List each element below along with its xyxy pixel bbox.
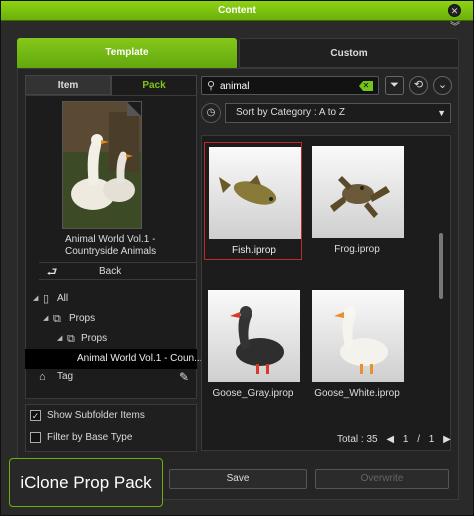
overwrite-button[interactable]: Overwrite xyxy=(315,469,449,489)
next-page-icon[interactable]: ▶ xyxy=(443,434,451,445)
back-label: Back xyxy=(99,266,122,277)
item-name: Frog.iprop xyxy=(334,244,380,255)
filter-base-checkbox[interactable] xyxy=(30,431,41,443)
show-subfolder-option[interactable]: ✓ Show Subfolder Items xyxy=(30,407,145,425)
item-card[interactable]: Goose_White.iprop xyxy=(308,286,406,404)
grid-scrollbar[interactable] xyxy=(439,233,443,299)
tag-row[interactable]: ⌂ Tag ✎ xyxy=(25,367,197,387)
item-card[interactable]: Goose_Gray.iprop xyxy=(204,286,302,404)
tag-label: Tag xyxy=(57,371,74,382)
search-icon: ⚲ xyxy=(207,80,216,92)
pack-caption: Animal World Vol.1 - Countryside Animals xyxy=(29,234,189,258)
item-card[interactable]: Fish.iprop xyxy=(204,142,302,260)
goose-gray-thumbnail xyxy=(230,306,284,374)
tab-custom[interactable]: Custom xyxy=(239,38,459,68)
back-button[interactable]: ⮐ Back xyxy=(39,262,197,280)
frog-icon xyxy=(312,146,404,238)
tree-item-all[interactable]: ◢ ▯ All xyxy=(25,289,197,309)
clock-icon[interactable]: ◷ xyxy=(201,103,221,123)
clear-search-icon[interactable]: ✕ xyxy=(359,81,373,91)
expand-menu-icon[interactable]: ⌄ xyxy=(433,76,452,95)
title-bar[interactable]: Content ✕ xyxy=(1,1,473,21)
close-icon[interactable]: ✕ xyxy=(448,4,461,17)
pager: Total : 35 ◀ 1 / 1 ▶ xyxy=(337,433,457,447)
pack-thumbnail[interactable] xyxy=(62,101,142,229)
tree-item-animal-world[interactable]: Animal World Vol.1 - Coun... xyxy=(25,349,202,369)
filter-options: ✓ Show Subfolder Items Filter by Base Typ… xyxy=(25,404,197,452)
pack-caption-line-1: Animal World Vol.1 - xyxy=(65,234,156,245)
tree-label: Props xyxy=(69,313,96,324)
item-name: Fish.iprop xyxy=(232,245,276,256)
caret-down-icon[interactable]: ◢ xyxy=(33,289,38,309)
filter-base-option[interactable]: Filter by Base Type xyxy=(30,429,132,447)
geese-image xyxy=(63,102,141,228)
item-card[interactable]: Frog.iprop xyxy=(308,142,406,260)
content-window: Content ✕ ︾ Template Custom Item Pack An… xyxy=(0,0,474,516)
search-input[interactable] xyxy=(220,79,350,93)
caret-down-icon[interactable]: ◢ xyxy=(43,309,48,329)
collapse-icon[interactable]: ︾ xyxy=(450,23,460,33)
total-count: Total : 35 xyxy=(337,434,378,445)
pack-caption-line-2: Countryside Animals xyxy=(65,246,157,257)
tag-icon: ⌂ xyxy=(39,371,46,383)
tab-template[interactable]: Template xyxy=(17,38,237,68)
folder-tree: ◢ ▯ All ◢ ⧉ Props ◢ ⧉ Props Animal World… xyxy=(25,289,202,369)
pencil-icon[interactable]: ✎ xyxy=(179,367,189,387)
stack-folder-icon: ⧉ xyxy=(67,333,75,345)
main-tabs: Template Custom xyxy=(17,38,459,68)
show-subfolder-checkbox[interactable]: ✓ xyxy=(30,409,41,421)
tab-pack[interactable]: Pack xyxy=(111,75,197,95)
save-button[interactable]: Save xyxy=(169,469,307,489)
prev-page-icon[interactable]: ◀ xyxy=(386,434,394,445)
goose-icon xyxy=(208,290,300,382)
sub-tabs: Item Pack xyxy=(25,75,197,95)
refresh-icon[interactable]: ⟲ xyxy=(409,76,428,95)
goose-white-thumbnail xyxy=(334,306,388,374)
filter-icon[interactable]: ⏷ xyxy=(385,76,404,95)
folder-icon: ▯ xyxy=(43,293,50,305)
fish-thumbnail xyxy=(219,175,277,205)
sort-row: ◷ Sort by Category : A to Z ▼ xyxy=(201,103,451,123)
filter-base-label: Filter by Base Type xyxy=(47,432,133,443)
tab-item[interactable]: Item xyxy=(25,75,111,95)
tree-label: Animal World Vol.1 - Coun... xyxy=(77,353,203,364)
item-name: Goose_Gray.iprop xyxy=(212,388,294,399)
goose-icon xyxy=(312,290,404,382)
stack-folder-icon: ⧉ xyxy=(53,313,61,325)
back-arrow-icon: ⮐ xyxy=(46,265,58,279)
prop-pack-badge: iClone Prop Pack xyxy=(9,458,163,507)
caret-down-icon[interactable]: ◢ xyxy=(57,329,62,349)
sort-dropdown[interactable]: Sort by Category : A to Z ▼ xyxy=(225,103,451,123)
current-page: 1 xyxy=(402,434,409,445)
tree-item-props-sub[interactable]: ◢ ⧉ Props xyxy=(25,329,197,349)
page-fold-icon xyxy=(127,102,141,116)
show-subfolder-label: Show Subfolder Items xyxy=(47,410,145,421)
page-separator: / xyxy=(417,434,420,445)
dropdown-arrow-icon: ▼ xyxy=(437,108,446,118)
tree-item-props[interactable]: ◢ ⧉ Props xyxy=(25,309,197,329)
fish-icon xyxy=(209,147,301,239)
page-count: 1 xyxy=(428,434,435,445)
window-title: Content xyxy=(218,5,256,16)
sort-label: Sort by Category : A to Z xyxy=(236,107,345,118)
tree-label: Props xyxy=(81,333,108,344)
tree-label: All xyxy=(57,293,69,304)
frog-thumbnail xyxy=(330,176,390,218)
search-box[interactable]: ⚲ ✕ xyxy=(201,76,379,95)
item-name: Goose_White.iprop xyxy=(314,388,400,399)
